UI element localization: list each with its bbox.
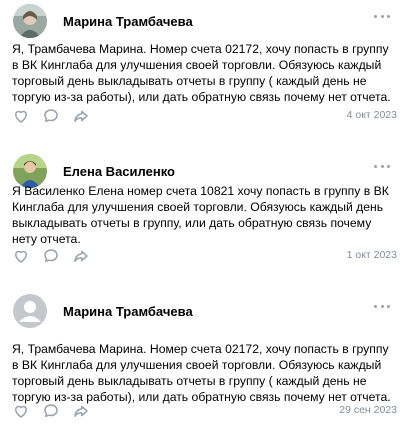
more-dots-icon[interactable] <box>374 162 390 170</box>
post-actions: 4 окт 2023 <box>12 107 397 125</box>
comment-icon[interactable] <box>42 107 60 125</box>
photo-avatar-icon <box>13 4 47 38</box>
share-icon[interactable] <box>72 247 90 265</box>
comment-icon[interactable] <box>42 402 60 420</box>
wall-feed: Марина Трамбачева Я, Трамбачева Марина. … <box>0 0 409 437</box>
post-date[interactable]: 1 окт 2023 <box>347 249 397 261</box>
wall-post: Марина Трамбачева Я, Трамбачева Марина. … <box>0 290 409 437</box>
more-dots-icon[interactable] <box>374 12 390 20</box>
author-name[interactable]: Марина Трамбачева <box>63 14 193 29</box>
heart-icon[interactable] <box>12 247 30 265</box>
post-text: Я, Трамбачева Марина. Номер счета 02172,… <box>12 42 391 104</box>
share-icon[interactable] <box>72 402 90 420</box>
author-name[interactable]: Елена Василенко <box>63 164 175 179</box>
heart-icon[interactable] <box>12 402 30 420</box>
author-name[interactable]: Марина Трамбачева <box>63 304 193 319</box>
post-text: Я, Трамбачева Марина. Номер счета 02172,… <box>12 342 391 404</box>
post-text: Я Василенко Елена номер счета 10821 хочу… <box>12 184 389 246</box>
wall-post: Елена Василенко Я Василенко Елена номер … <box>0 150 409 270</box>
post-date[interactable]: 29 сен 2023 <box>339 404 397 416</box>
heart-icon[interactable] <box>12 107 30 125</box>
comment-icon[interactable] <box>42 247 60 265</box>
author-avatar[interactable] <box>13 4 47 38</box>
default-user-avatar-icon <box>13 294 47 328</box>
post-date[interactable]: 4 окт 2023 <box>347 109 397 121</box>
post-actions: 1 окт 2023 <box>12 247 397 265</box>
author-avatar[interactable] <box>13 294 47 328</box>
post-header: Марина Трамбачева <box>12 294 397 328</box>
wall-post: Марина Трамбачева Я, Трамбачева Марина. … <box>0 0 409 130</box>
post-header: Марина Трамбачева <box>12 4 397 38</box>
more-dots-icon[interactable] <box>374 302 390 310</box>
post-actions: 29 сен 2023 <box>12 402 397 420</box>
share-icon[interactable] <box>72 107 90 125</box>
